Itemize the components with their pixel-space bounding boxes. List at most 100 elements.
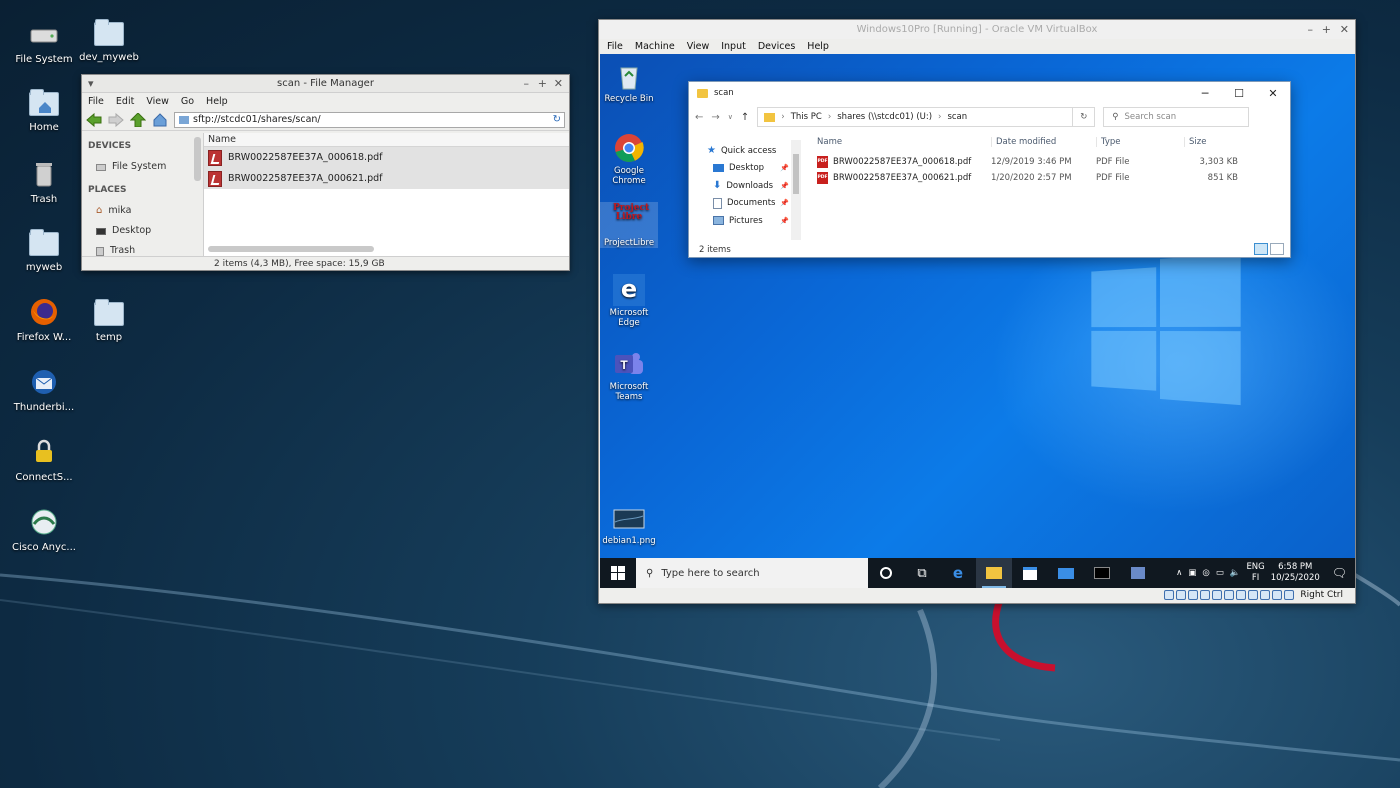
address-bar[interactable]: › This PC › shares (\\stcdc01) (U:) › sc… bbox=[757, 107, 1096, 127]
file-row[interactable]: PDF BRW0022587EE37A_000621.pdf 1/20/2020 … bbox=[801, 170, 1290, 186]
video-capture-status-icon[interactable] bbox=[1248, 589, 1259, 600]
language-indicator[interactable]: ENG FI bbox=[1246, 562, 1264, 584]
chevron-up-icon[interactable]: ∧ bbox=[1176, 568, 1182, 578]
minimize-button[interactable]: ─ bbox=[1188, 82, 1222, 104]
breadcrumb-shares[interactable]: shares (\\stcdc01) (U:) bbox=[837, 112, 932, 122]
guest-display[interactable]: Recycle Bin Google Chrome Project Libre … bbox=[600, 54, 1355, 588]
column-header-type[interactable]: Type bbox=[1096, 137, 1184, 147]
cortana-button[interactable] bbox=[868, 558, 904, 588]
reload-icon[interactable]: ↻ bbox=[553, 113, 561, 127]
taskbar-explorer-button[interactable] bbox=[976, 558, 1012, 588]
breadcrumb-this-pc[interactable]: This PC bbox=[791, 112, 822, 122]
refresh-icon[interactable]: ↻ bbox=[1072, 108, 1094, 126]
desktop-icon-cisco-anyconnect[interactable]: Cisco Anyc... bbox=[6, 506, 82, 553]
column-header-date-modified[interactable]: Date modified bbox=[991, 137, 1096, 147]
menu-view[interactable]: View bbox=[146, 93, 169, 110]
taskbar-search-box[interactable]: ⚲ Type here to search bbox=[636, 558, 868, 588]
menu-view[interactable]: View bbox=[687, 39, 710, 54]
file-row[interactable]: BRW0022587EE37A_000618.pdf bbox=[204, 147, 569, 168]
nav-item-pictures[interactable]: Pictures 📌 bbox=[707, 212, 801, 230]
up-arrow-icon[interactable] bbox=[130, 113, 146, 127]
guest-icon-recycle-bin[interactable]: Recycle Bin bbox=[600, 60, 658, 104]
keyboard-status-icon[interactable] bbox=[1284, 589, 1295, 600]
nav-item-documents[interactable]: Documents 📌 bbox=[707, 195, 801, 213]
large-icons-view-button[interactable] bbox=[1270, 243, 1284, 255]
breadcrumb-scan[interactable]: scan bbox=[947, 112, 967, 122]
nav-item-quick-access[interactable]: ★ Quick access bbox=[707, 142, 801, 160]
minimize-button[interactable]: – bbox=[1308, 20, 1314, 39]
menu-machine[interactable]: Machine bbox=[635, 39, 675, 54]
volume-icon[interactable]: 🔈 bbox=[1230, 568, 1241, 578]
desktop-icon-myweb[interactable]: myweb bbox=[6, 228, 82, 273]
taskbar-terminal-button[interactable] bbox=[1084, 558, 1120, 588]
menu-go[interactable]: Go bbox=[181, 93, 194, 110]
menu-file[interactable]: File bbox=[88, 93, 104, 110]
file-manager-titlebar[interactable]: ▾ scan - File Manager – + ✕ bbox=[82, 75, 569, 93]
guest-icon-projectlibre[interactable]: Project Libre ProjectLibre bbox=[600, 202, 658, 248]
close-button[interactable]: ✕ bbox=[554, 75, 563, 93]
minimize-button[interactable]: – bbox=[524, 75, 530, 93]
desktop-icon-thunderbird[interactable]: Thunderbi... bbox=[6, 366, 82, 413]
shared-folders-status-icon[interactable] bbox=[1224, 589, 1235, 600]
horizontal-scrollbar[interactable] bbox=[208, 246, 374, 252]
virtualbox-titlebar[interactable]: Windows10Pro [Running] - Oracle VM Virtu… bbox=[599, 20, 1355, 39]
guest-icon-microsoft-edge[interactable]: e Microsoft Edge bbox=[600, 274, 658, 328]
notification-center-icon[interactable]: 🗨 bbox=[1332, 566, 1347, 580]
mouse-integration-status-icon[interactable] bbox=[1272, 589, 1283, 600]
column-header-name[interactable]: Name bbox=[204, 133, 569, 147]
hard-disk-status-icon[interactable] bbox=[1164, 589, 1175, 600]
desktop-icon-connects[interactable]: ConnectS... bbox=[6, 436, 82, 483]
tray-network-icon[interactable]: ◎ bbox=[1202, 568, 1209, 578]
nav-item-downloads[interactable]: ⬇ Downloads 📌 bbox=[707, 177, 801, 195]
optical-drive-status-icon[interactable] bbox=[1176, 589, 1187, 600]
tray-app-icon[interactable]: ▣ bbox=[1188, 568, 1196, 578]
maximize-button[interactable]: + bbox=[538, 75, 547, 93]
audio-status-icon[interactable] bbox=[1188, 589, 1199, 600]
sidebar-item-desktop[interactable]: Desktop bbox=[88, 221, 203, 241]
taskbar-mail-button[interactable] bbox=[1048, 558, 1084, 588]
network-icon[interactable]: ▭ bbox=[1216, 568, 1224, 578]
guest-icon-debian1-png[interactable]: debian1.png bbox=[600, 502, 658, 546]
sidebar-item-file-system[interactable]: File System bbox=[88, 157, 203, 177]
taskbar-network-app-button[interactable] bbox=[1120, 558, 1156, 588]
menu-edit[interactable]: Edit bbox=[116, 93, 134, 110]
recent-locations-icon[interactable]: ∨ bbox=[728, 113, 733, 121]
desktop-icon-dev-myweb[interactable]: dev_myweb bbox=[71, 18, 147, 63]
home-icon[interactable] bbox=[152, 113, 168, 127]
search-box[interactable]: ⚲ Search scan bbox=[1103, 107, 1250, 127]
start-button[interactable] bbox=[600, 558, 636, 588]
desktop-icon-temp[interactable]: temp bbox=[71, 298, 147, 343]
usb-status-icon[interactable] bbox=[1212, 589, 1223, 600]
task-view-button[interactable]: ⧉ bbox=[904, 558, 940, 588]
column-header-name[interactable]: Name bbox=[801, 137, 991, 147]
column-header-size[interactable]: Size bbox=[1184, 137, 1244, 147]
back-arrow-icon[interactable]: ← bbox=[695, 112, 703, 123]
menu-help[interactable]: Help bbox=[206, 93, 228, 110]
menu-help[interactable]: Help bbox=[807, 39, 829, 54]
window-menu-icon[interactable]: ▾ bbox=[88, 75, 94, 93]
taskbar-edge-button[interactable]: e bbox=[940, 558, 976, 588]
nav-pane-scrollbar[interactable] bbox=[791, 140, 801, 240]
menu-devices[interactable]: Devices bbox=[758, 39, 795, 54]
file-row[interactable]: PDF BRW0022587EE37A_000618.pdf 12/9/2019 … bbox=[801, 154, 1290, 170]
sidebar-item-mika[interactable]: ⌂ mika bbox=[88, 201, 203, 221]
close-button[interactable]: ✕ bbox=[1256, 82, 1290, 104]
forward-arrow-icon[interactable]: → bbox=[711, 112, 719, 123]
network-status-icon[interactable] bbox=[1200, 589, 1211, 600]
forward-arrow-icon[interactable] bbox=[108, 113, 124, 127]
maximize-button[interactable]: ☐ bbox=[1222, 82, 1256, 104]
cpu-status-icon[interactable] bbox=[1260, 589, 1271, 600]
details-view-button[interactable] bbox=[1254, 243, 1268, 255]
desktop-icon-trash[interactable]: Trash bbox=[6, 158, 82, 205]
file-row[interactable]: BRW0022587EE37A_000621.pdf bbox=[204, 168, 569, 189]
location-bar[interactable]: sftp://stcdc01/shares/scan/ ↻ bbox=[174, 112, 565, 128]
taskbar-store-button[interactable] bbox=[1012, 558, 1048, 588]
taskbar-clock[interactable]: 6:58 PM 10/25/2020 bbox=[1271, 562, 1320, 584]
up-arrow-icon[interactable]: ↑ bbox=[741, 112, 749, 123]
maximize-button[interactable]: + bbox=[1322, 20, 1331, 39]
desktop-icon-home[interactable]: Home bbox=[6, 88, 82, 133]
back-arrow-icon[interactable] bbox=[86, 113, 102, 127]
sidebar-scrollbar[interactable] bbox=[194, 137, 201, 181]
close-button[interactable]: ✕ bbox=[1340, 20, 1349, 39]
display-status-icon[interactable] bbox=[1236, 589, 1247, 600]
